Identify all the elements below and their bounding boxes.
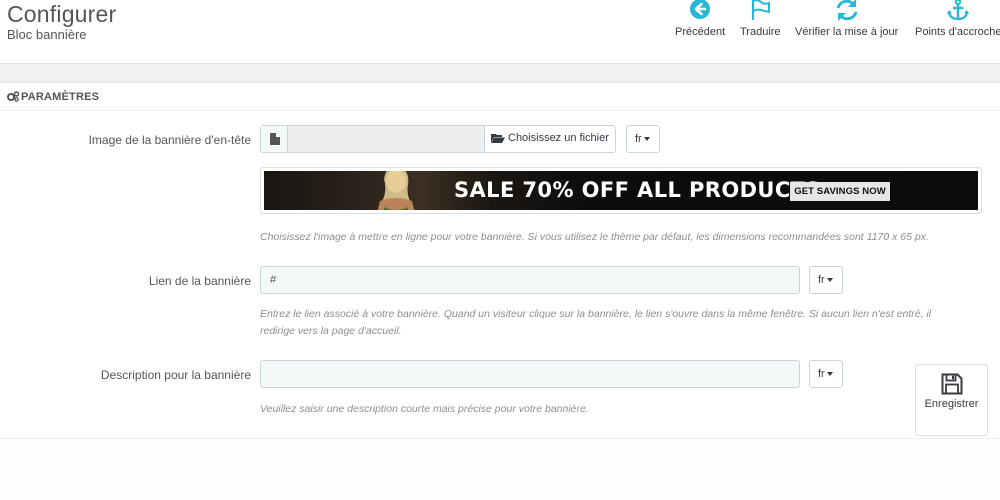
page-subtitle: Bloc bannière xyxy=(7,27,87,42)
file-name-display xyxy=(288,126,484,152)
banner-link-help-line1: Entrez le lien associé à votre bannière.… xyxy=(260,308,932,320)
toolbar-hooks-label: Points d'accroche xyxy=(915,26,1000,38)
banner-image-file-input[interactable]: Choisissez un fichier xyxy=(260,125,616,153)
toolbar-translate-button[interactable]: Traduire xyxy=(740,0,781,38)
banner-image: SALE 70% OFF ALL PRODUCTS GET SAVINGS NO… xyxy=(264,171,978,210)
floppy-disk-icon xyxy=(941,373,962,395)
lang-label: fr xyxy=(818,368,825,380)
banner-image-lang-dropdown[interactable]: fr xyxy=(626,125,660,153)
banner-description-help: Veuillez saisir une description courte m… xyxy=(260,403,589,415)
refresh-icon xyxy=(836,0,858,21)
toolbar-translate-label: Traduire xyxy=(740,26,781,38)
banner-link-input[interactable]: # xyxy=(260,266,800,294)
save-label: Enregistrer xyxy=(924,398,979,410)
caret-down-icon xyxy=(826,372,833,376)
caret-down-icon xyxy=(643,137,650,141)
toolbar-check-update-button[interactable]: Vérifier la mise à jour xyxy=(795,0,898,38)
banner-description-label: Description pour la bannière xyxy=(100,368,251,382)
panel-heading-title: PARAMÈTRES xyxy=(21,91,100,103)
banner-cta: GET SAVINGS NOW xyxy=(790,182,890,201)
flag-icon xyxy=(752,0,771,20)
circle-arrow-left-icon xyxy=(690,0,711,19)
file-icon-cell xyxy=(261,126,288,152)
settings-panel: PARAMÈTRES Image de la bannière d'en-têt… xyxy=(0,82,1000,500)
anchor-icon xyxy=(947,0,970,21)
toolbar-check-update-label: Vérifier la mise à jour xyxy=(795,26,899,38)
banner-link-label: Lien de la bannière xyxy=(148,274,251,288)
banner-description-input[interactable] xyxy=(260,360,800,388)
panel-footer xyxy=(0,438,1000,500)
banner-link-lang-dropdown[interactable]: fr xyxy=(809,266,843,294)
banner-image-label: Image de la bannière d'en-tête xyxy=(88,133,251,147)
banner-preview: SALE 70% OFF ALL PRODUCTS GET SAVINGS NO… xyxy=(260,167,982,214)
gears-icon xyxy=(7,91,19,102)
banner-image-help: Choisissez l'image à mettre en ligne pou… xyxy=(260,231,929,243)
banner-link-help: Entrez le lien associé à votre bannière.… xyxy=(260,306,931,340)
folder-open-icon xyxy=(491,134,505,143)
choose-file-button[interactable]: Choisissez un fichier xyxy=(484,126,615,152)
file-icon xyxy=(270,133,280,145)
banner-link-help-line2: redirige vers la page d'accueil. xyxy=(260,325,402,337)
page-header: Configurer Bloc bannière Précédent Tradu… xyxy=(0,0,1000,64)
panel-heading: PARAMÈTRES xyxy=(0,83,1000,111)
banner-description-lang-dropdown[interactable]: fr xyxy=(809,360,843,388)
save-button[interactable]: Enregistrer xyxy=(915,364,988,436)
banner-model-image xyxy=(377,171,415,210)
lang-label: fr xyxy=(635,133,642,145)
toolbar-back-button[interactable]: Précédent xyxy=(675,0,725,38)
toolbar-hooks-button[interactable]: Points d'accroche xyxy=(915,0,1000,38)
toolbar-back-label: Précédent xyxy=(675,26,726,38)
page-title: Configurer xyxy=(7,1,117,27)
choose-file-label: Choisissez un fichier xyxy=(508,132,609,144)
banner-headline: SALE 70% OFF ALL PRODUCTS xyxy=(454,178,821,202)
caret-down-icon xyxy=(826,278,833,282)
lang-label: fr xyxy=(818,274,825,286)
